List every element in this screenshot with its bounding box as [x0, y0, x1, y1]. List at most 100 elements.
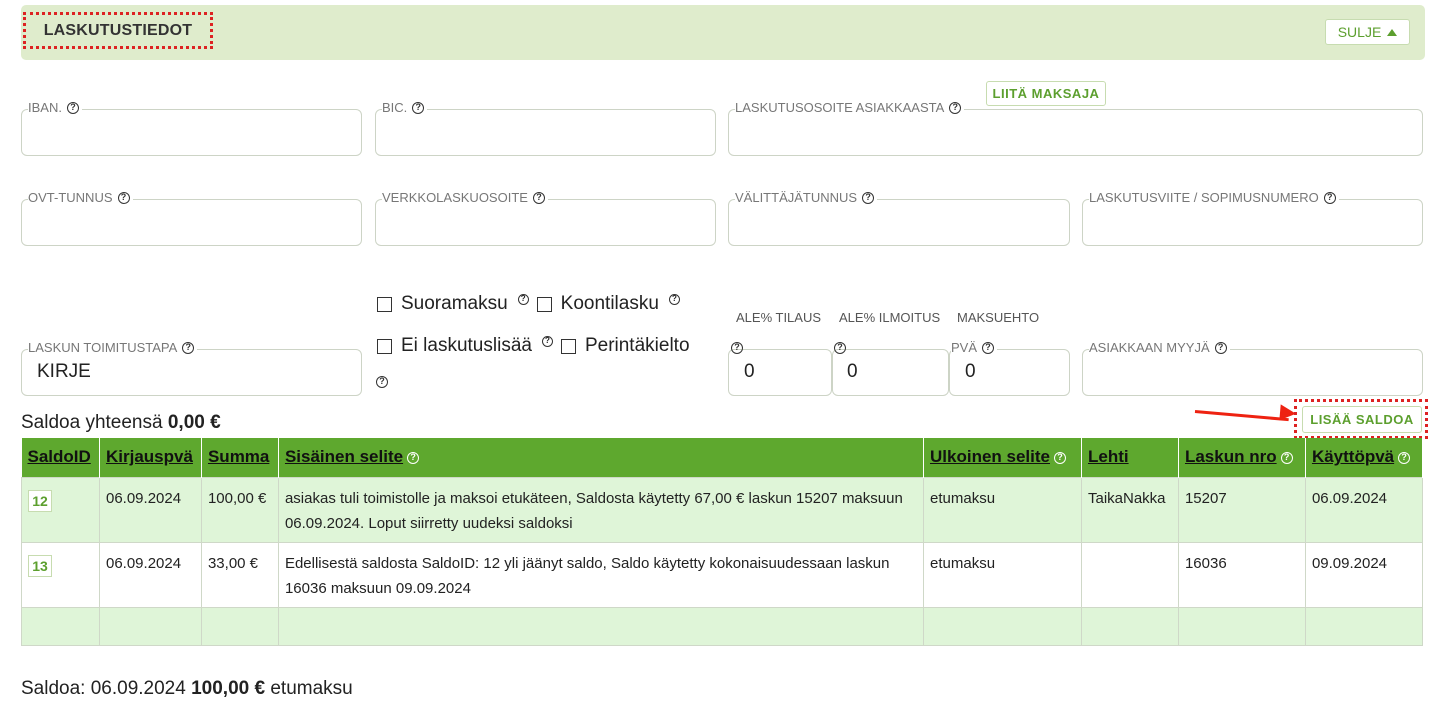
help-icon[interactable]: ? — [376, 376, 388, 388]
bic-label-text: BIC. — [382, 100, 408, 115]
payment-terms-value: 0 — [965, 361, 976, 382]
saldo-total: Saldoa yhteensä 0,00 € — [21, 412, 221, 434]
help-icon[interactable]: ? — [407, 451, 420, 464]
bic-label: BIC. ? — [382, 100, 428, 115]
cell-internal: asiakas tuli toimistolle ja maksoi etukä… — [277, 476, 925, 543]
saldo-total-prefix: Saldoa yhteensä — [21, 412, 163, 433]
column-header-label: Käyttöpvä — [1311, 447, 1395, 467]
help-icon[interactable]: ? — [862, 191, 875, 204]
billing-address-label-text: LASKUTUSOSOITE ASIAKKAASTA — [735, 100, 945, 115]
help-icon[interactable]: ? — [731, 342, 743, 354]
help-icon[interactable]: ? — [1214, 341, 1227, 354]
customer-seller-field[interactable] — [1082, 349, 1423, 396]
checkbox-row-1: Suoramaksu ? Koontilasku ? — [377, 293, 688, 315]
column-header-label: Kirjauspvä — [105, 447, 193, 467]
column-header-date[interactable]: Kirjauspvä — [99, 438, 202, 477]
column-header-internal[interactable]: Sisäinen selite? — [278, 438, 925, 477]
cell-invoice-no: 16036 — [1177, 541, 1306, 608]
column-header-saldoid[interactable]: SaldoID — [21, 438, 100, 477]
no-billing-fee-checkbox[interactable] — [377, 338, 392, 354]
summary-invoice-checkbox[interactable] — [536, 296, 552, 312]
saldo-id-link[interactable]: 12 — [28, 489, 52, 512]
empty-cell — [1080, 606, 1179, 646]
column-header-paper[interactable]: Lehti — [1081, 438, 1179, 477]
help-icon[interactable]: ? — [412, 101, 425, 114]
direct-payment-checkbox[interactable] — [377, 296, 392, 312]
column-header-label: SaldoID — [27, 447, 91, 467]
column-header-label: Lehti — [1087, 447, 1129, 467]
invoice-reference-label: LASKUTUSVIITE / SOPIMUSNUMERO ? — [1089, 190, 1339, 205]
caret-up-icon — [1387, 28, 1398, 36]
cell-use-date: 06.09.2024 — [1304, 476, 1424, 543]
empty-cell — [98, 606, 202, 646]
empty-cell — [1304, 606, 1424, 646]
help-icon[interactable]: ? — [1323, 191, 1336, 204]
collection-ban-checkbox[interactable] — [560, 338, 576, 354]
section-header — [21, 5, 1425, 60]
empty-cell — [1177, 606, 1306, 646]
help-icon[interactable]: ? — [517, 293, 529, 305]
cell-external: etumaksu — [923, 541, 1082, 608]
add-saldo-button[interactable]: LISÄÄ SALDOA — [1302, 406, 1422, 433]
summary-suffix: etumaksu — [270, 678, 353, 699]
operator-id-field[interactable] — [728, 199, 1070, 246]
empty-cell — [200, 606, 279, 646]
annotation-arrow-line — [1194, 410, 1289, 422]
collection-ban-label: Perintäkielto — [584, 335, 690, 356]
iban-field[interactable] — [21, 109, 362, 156]
table-row: 13 06.09.2024 33,00 € Edellisestä saldos… — [21, 541, 1424, 608]
column-header-external[interactable]: Ulkoinen selite? — [923, 438, 1082, 477]
column-header-label: Sisäinen selite — [284, 447, 404, 467]
column-header-invoice-no[interactable]: Laskun nro? — [1178, 438, 1306, 477]
table-row-empty — [21, 606, 1424, 646]
bic-field[interactable] — [375, 109, 716, 156]
empty-cell — [923, 606, 1082, 646]
help-icon[interactable]: ? — [668, 293, 680, 305]
einvoice-address-label: VERKKOLASKUOSOITE ? — [382, 190, 548, 205]
help-icon[interactable]: ? — [532, 191, 545, 204]
discount-notice-value: 0 — [847, 361, 858, 382]
einvoice-address-field[interactable] — [375, 199, 716, 246]
ovt-label: OVT-TUNNUS ? — [28, 190, 133, 205]
cell-internal: Edellisestä saldosta SaldoID: 12 yli jää… — [277, 541, 925, 608]
column-header-amount[interactable]: Summa — [201, 438, 279, 477]
cell-date: 06.09.2024 — [98, 476, 202, 543]
cell-invoice-no: 15207 — [1177, 476, 1306, 543]
invoice-reference-field[interactable] — [1082, 199, 1423, 246]
saldo-table: SaldoID Kirjauspvä Summa Sisäinen selite… — [21, 438, 1424, 646]
ovt-field[interactable] — [21, 199, 362, 246]
cell-saldoid: 13 — [21, 541, 100, 608]
column-header-label: Ulkoinen selite — [930, 447, 1050, 467]
column-header-label: Laskun nro — [1184, 447, 1277, 467]
discount-notice-caption: ALE% ILMOITUS — [839, 310, 941, 325]
help-icon[interactable]: ? — [117, 191, 130, 204]
help-icon[interactable]: ? — [1054, 451, 1066, 464]
billing-address-field[interactable] — [728, 109, 1423, 156]
saldo-id-link[interactable]: 13 — [28, 554, 52, 577]
close-label: SULJE — [1337, 24, 1382, 40]
checkbox-row-2: Ei laskutuslisää ? Perintäkielto — [377, 335, 690, 357]
operator-id-label-text: VÄLITTÄJÄTUNNUS — [735, 190, 858, 205]
help-icon[interactable]: ? — [1398, 451, 1411, 464]
ovt-label-text: OVT-TUNNUS — [28, 190, 113, 205]
customer-seller-label-text: ASIAKKAAN MYYJÄ — [1089, 340, 1210, 355]
iban-label-text: IBAN. — [28, 100, 62, 115]
help-icon[interactable]: ? — [66, 101, 79, 114]
close-section-button[interactable]: SULJE — [1325, 19, 1410, 45]
cell-saldoid: 12 — [21, 476, 100, 543]
help-icon[interactable]: ? — [834, 342, 846, 354]
payment-terms-label: PVÄ ? — [951, 340, 998, 355]
help-icon[interactable]: ? — [541, 335, 553, 347]
help-icon[interactable]: ? — [982, 341, 995, 354]
delivery-method-value: KIRJE — [37, 361, 91, 382]
attach-payer-button[interactable]: LIITÄ MAKSAJA — [986, 81, 1106, 106]
help-icon[interactable]: ? — [182, 341, 195, 354]
empty-cell — [21, 606, 100, 646]
delivery-method-label: LASKUN TOIMITUSTAPA ? — [28, 340, 198, 355]
help-icon[interactable]: ? — [949, 101, 962, 114]
table-row: 12 06.09.2024 100,00 € asiakas tuli toim… — [21, 476, 1424, 543]
column-header-use-date[interactable]: Käyttöpvä? — [1305, 438, 1424, 477]
help-icon[interactable]: ? — [1280, 451, 1293, 464]
einvoice-address-label-text: VERKKOLASKUOSOITE — [382, 190, 528, 205]
cell-paper: TaikaNakka — [1080, 476, 1179, 543]
